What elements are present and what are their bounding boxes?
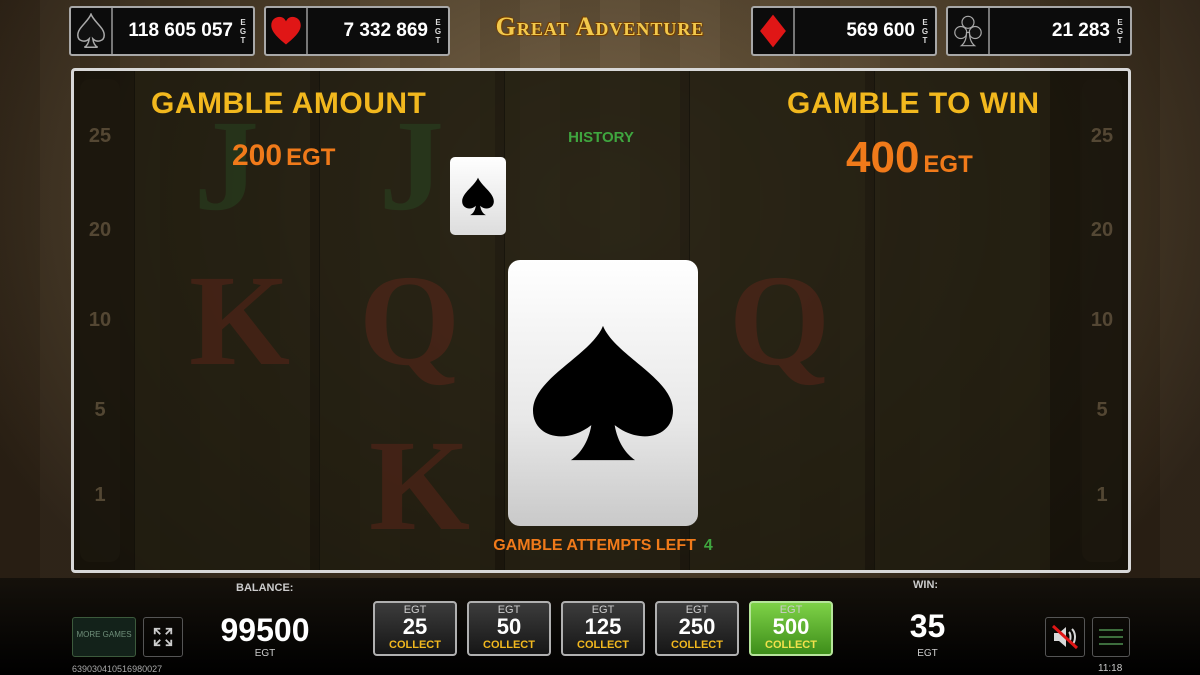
gamble-card[interactable]: [508, 260, 698, 526]
more-games-label: MORE GAMES: [76, 630, 132, 639]
gamble-amount-label: GAMBLE AMOUNT: [151, 87, 427, 120]
gamble-to-win-label: GAMBLE TO WIN: [787, 87, 1040, 120]
ghost-symbol-q: Q: [729, 249, 831, 393]
gamble-attempts: GAMBLE ATTEMPTS LEFT 4: [374, 537, 832, 555]
sound-muted-icon: [1051, 624, 1079, 650]
bet-button-25[interactable]: EGT 25 COLLECT: [373, 601, 457, 656]
to-win-unit: EGT: [923, 151, 973, 178]
bet-collect-label: COLLECT: [577, 639, 629, 651]
amount-number: 200: [232, 139, 283, 172]
ghost-symbol-k: K: [189, 249, 291, 393]
balance-value: 99500: [220, 612, 310, 648]
history-card: [450, 157, 506, 235]
bet-value: 500: [772, 614, 810, 639]
bet-button-50[interactable]: EGT 50 COLLECT: [467, 601, 551, 656]
spade-icon: [462, 177, 494, 216]
diamond-icon: [753, 8, 795, 54]
jackpot-unit: EGT: [921, 17, 929, 45]
to-win-number: 400: [846, 133, 920, 182]
sound-toggle-button[interactable]: [1045, 617, 1085, 657]
jackpot-value: 569 600: [846, 20, 915, 41]
jackpot-unit: EGT: [239, 17, 247, 45]
win-label: WIN:: [913, 579, 939, 591]
session-id: 639030410516980027: [72, 664, 163, 674]
jackpot-value: 7 332 869: [343, 20, 428, 41]
hamburger-menu-icon: [1099, 629, 1123, 631]
attempts-label: GAMBLE ATTEMPTS LEFT: [493, 537, 696, 554]
balance-label: BALANCE:: [236, 582, 294, 594]
bet-value: 50: [496, 614, 522, 639]
more-games-button[interactable]: MORE GAMES: [72, 617, 136, 657]
menu-button[interactable]: [1092, 617, 1130, 657]
jackpot-club: 21 283 EGT: [946, 6, 1132, 56]
spade-icon: [71, 8, 113, 54]
gamble-amount-value: 200 EGT: [232, 139, 335, 173]
jackpot-heart: 7 332 869 EGT: [264, 6, 450, 56]
clock: 11:18: [1098, 663, 1123, 674]
amount-unit: EGT: [286, 144, 336, 171]
lines-indicator-right: 25 20 10 5 1: [1082, 79, 1122, 562]
bet-button-500[interactable]: EGT 500 COLLECT: [749, 601, 833, 656]
jackpot-unit: EGT: [434, 17, 442, 45]
balance-unit: EGT: [254, 648, 276, 659]
fullscreen-icon: [153, 627, 173, 647]
club-icon: [948, 8, 990, 54]
lines-indicator-left: 25 20 10 5 1: [80, 79, 120, 562]
bet-value: 125: [584, 614, 622, 639]
gamble-to-win-value: 400 EGT: [846, 133, 973, 183]
gamble-panel: J J K Q Q K 25 20 10 5 1 25 20 10 5 1 GA…: [71, 68, 1131, 573]
bet-value: 25: [402, 614, 428, 639]
jackpot-unit: EGT: [1116, 17, 1124, 45]
bet-collect-label: COLLECT: [389, 639, 441, 651]
spade-icon: [533, 325, 673, 461]
bet-button-125[interactable]: EGT 125 COLLECT: [561, 601, 645, 656]
jackpot-spade: 118 605 057 EGT: [69, 6, 255, 56]
fullscreen-button[interactable]: [143, 617, 183, 657]
bet-collect-label: COLLECT: [765, 639, 817, 651]
bet-button-250[interactable]: EGT 250 COLLECT: [655, 601, 739, 656]
heart-icon: [266, 8, 308, 54]
win-unit: EGT: [917, 648, 938, 659]
game-logo: Great Adventure: [495, 12, 705, 41]
bet-value: 250: [678, 614, 716, 639]
jackpot-value: 118 605 057: [128, 20, 233, 41]
jackpot-value: 21 283: [1051, 20, 1110, 41]
attempts-count: 4: [703, 537, 713, 554]
bet-collect-label: COLLECT: [671, 639, 723, 651]
win-value: 35: [909, 608, 946, 644]
ghost-symbol-q: Q: [359, 249, 461, 393]
history-label: HISTORY: [568, 129, 634, 146]
jackpot-diamond: 569 600 EGT: [751, 6, 937, 56]
bet-collect-label: COLLECT: [483, 639, 535, 651]
